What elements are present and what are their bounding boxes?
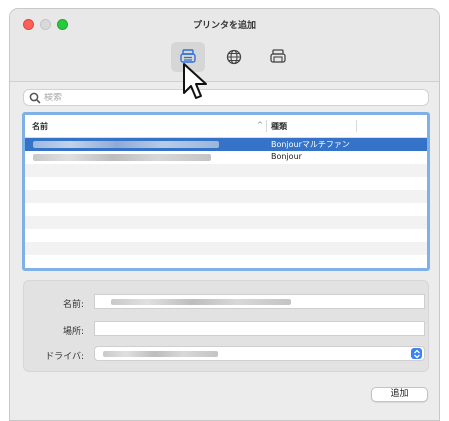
ip-globe-icon: [226, 49, 242, 65]
search-field[interactable]: [23, 89, 429, 106]
table-row[interactable]: Bonjour: [25, 151, 427, 164]
empty-row: [25, 255, 427, 268]
column-divider: [266, 120, 267, 132]
search-input[interactable]: [42, 92, 406, 103]
empty-row: [25, 242, 427, 255]
table-rows: Bonjourマルチファン Bonjour: [25, 138, 427, 268]
empty-row: [25, 203, 427, 216]
row-kind: Bonjour: [271, 152, 302, 161]
name-field[interactable]: [94, 294, 425, 309]
location-label: 場所:: [62, 327, 84, 337]
column-header-kind[interactable]: 種類: [271, 121, 287, 132]
column-divider: [356, 120, 357, 132]
toolbar-default-button[interactable]: [171, 42, 205, 72]
row-kind: Bonjourマルチファン: [271, 140, 350, 149]
add-printer-window: プリンタを追加 検索 名前 ^ 種類 Bonjourマルチファン Bonjour…: [9, 8, 440, 421]
printer-details-panel: 名前: 場所: ドライバ:: [23, 280, 429, 372]
empty-row: [25, 190, 427, 203]
chevron-updown-icon: [413, 349, 420, 358]
table-header: 名前 ^ 種類: [25, 115, 427, 138]
empty-row: [25, 177, 427, 190]
name-label: 名前:: [62, 300, 84, 310]
redacted-name-value: [111, 299, 291, 305]
titlebar: プリンタを追加: [10, 9, 439, 82]
redacted-printer-name: [33, 141, 219, 148]
location-field[interactable]: [94, 321, 425, 336]
toolbar-ip-button[interactable]: [217, 42, 251, 72]
empty-row: [25, 216, 427, 229]
default-printer-icon: [180, 49, 196, 63]
window-title: プリンタを追加: [192, 21, 256, 31]
table-row[interactable]: Bonjourマルチファン: [25, 138, 427, 151]
printer-table[interactable]: 名前 ^ 種類 Bonjourマルチファン Bonjour: [22, 112, 430, 271]
empty-row: [25, 164, 427, 177]
empty-row: [25, 229, 427, 242]
windows-printer-icon: [270, 49, 286, 63]
add-button[interactable]: 追加: [371, 387, 428, 402]
redacted-printer-name: [33, 154, 211, 161]
driver-label: ドライバ:: [45, 352, 84, 362]
sort-ascending-icon: ^: [257, 121, 263, 129]
search-icon: [29, 92, 41, 103]
select-stepper[interactable]: [411, 348, 422, 359]
column-header-name[interactable]: 名前: [32, 121, 48, 132]
toolbar-windows-button[interactable]: [261, 42, 295, 72]
driver-select[interactable]: [94, 346, 425, 361]
redacted-driver-value: [103, 351, 218, 357]
